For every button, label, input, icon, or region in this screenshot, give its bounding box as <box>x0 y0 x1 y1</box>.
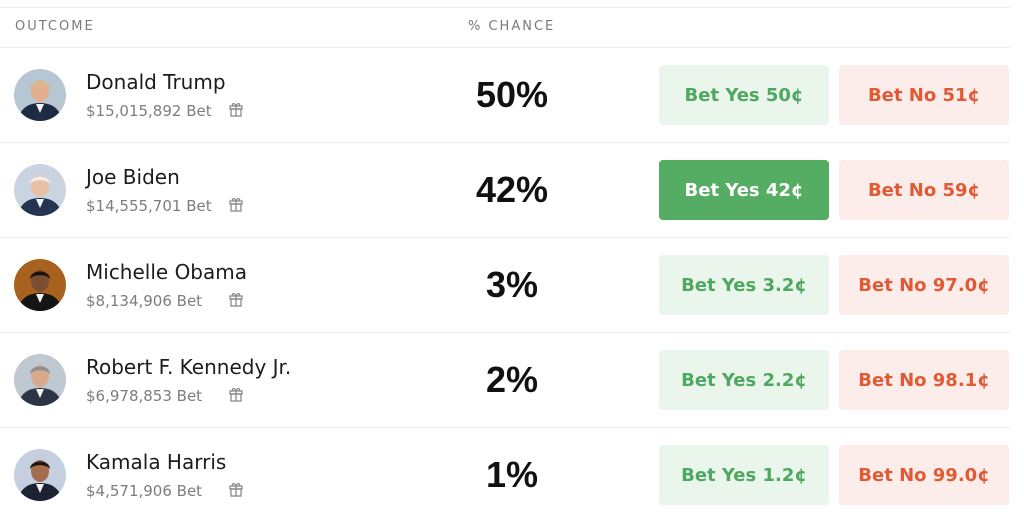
outcome-row-michelle-obama: Michelle Obama $8,134,906 Bet 3% Bet Yes… <box>0 238 1010 333</box>
table-header: OUTCOME % CHANCE <box>0 0 1010 48</box>
bet-yes-button[interactable]: Bet Yes 1.2¢ <box>659 445 829 505</box>
gift-icon[interactable] <box>228 101 244 117</box>
candidate-name: Robert F. Kennedy Jr. <box>86 355 292 379</box>
bet-volume: $8,134,906 Bet <box>86 292 203 310</box>
bet-no-button[interactable]: Bet No 51¢ <box>839 65 1009 125</box>
candidate-name: Joe Biden <box>86 165 180 189</box>
chance-percent: 3% <box>485 264 539 305</box>
outcome-row-donald-trump: Donald Trump $15,015,892 Bet 50% Bet Yes… <box>0 48 1010 143</box>
outcome-column-header: OUTCOME <box>15 19 95 34</box>
outcome-row-robert-f-kennedy-jr: Robert F. Kennedy Jr. $6,978,853 Bet 2% … <box>0 333 1010 428</box>
bet-no-button[interactable]: Bet No 59¢ <box>839 160 1009 220</box>
outcome-row-joe-biden: Joe Biden $14,555,701 Bet 42% Bet Yes 42… <box>0 143 1010 238</box>
candidate-name: Donald Trump <box>86 70 226 94</box>
bet-volume: $6,978,853 Bet <box>86 387 203 405</box>
chance-percent: 2% <box>485 359 539 400</box>
bet-yes-button[interactable]: Bet Yes 42¢ <box>659 160 829 220</box>
candidate-name: Michelle Obama <box>86 260 247 284</box>
bet-no-button[interactable]: Bet No 98.1¢ <box>839 350 1009 410</box>
candidate-avatar <box>14 354 66 406</box>
candidate-avatar <box>14 449 66 501</box>
candidate-avatar <box>14 259 66 311</box>
gift-icon[interactable] <box>228 481 244 497</box>
candidate-avatar <box>14 69 66 121</box>
bet-yes-button[interactable]: Bet Yes 2.2¢ <box>659 350 829 410</box>
bet-volume: $4,571,906 Bet <box>86 482 203 500</box>
bet-no-button[interactable]: Bet No 97.0¢ <box>839 255 1009 315</box>
chance-column-header: % CHANCE <box>468 19 556 34</box>
gift-icon[interactable] <box>228 386 244 402</box>
candidate-name: Kamala Harris <box>86 450 227 474</box>
outcome-row-kamala-harris: Kamala Harris $4,571,906 Bet 1% Bet Yes … <box>0 428 1010 522</box>
bet-yes-button[interactable]: Bet Yes 3.2¢ <box>659 255 829 315</box>
outcomes-list: Donald Trump $15,015,892 Bet 50% Bet Yes… <box>0 48 1010 522</box>
chance-percent: 50% <box>475 74 549 115</box>
candidate-avatar <box>14 164 66 216</box>
gift-icon[interactable] <box>228 196 244 212</box>
bet-yes-button[interactable]: Bet Yes 50¢ <box>659 65 829 125</box>
bet-volume: $15,015,892 Bet <box>86 102 212 120</box>
gift-icon[interactable] <box>228 291 244 307</box>
chance-percent: 1% <box>485 454 539 495</box>
bet-no-button[interactable]: Bet No 99.0¢ <box>839 445 1009 505</box>
bet-volume: $14,555,701 Bet <box>86 197 212 215</box>
chance-percent: 42% <box>475 169 549 210</box>
